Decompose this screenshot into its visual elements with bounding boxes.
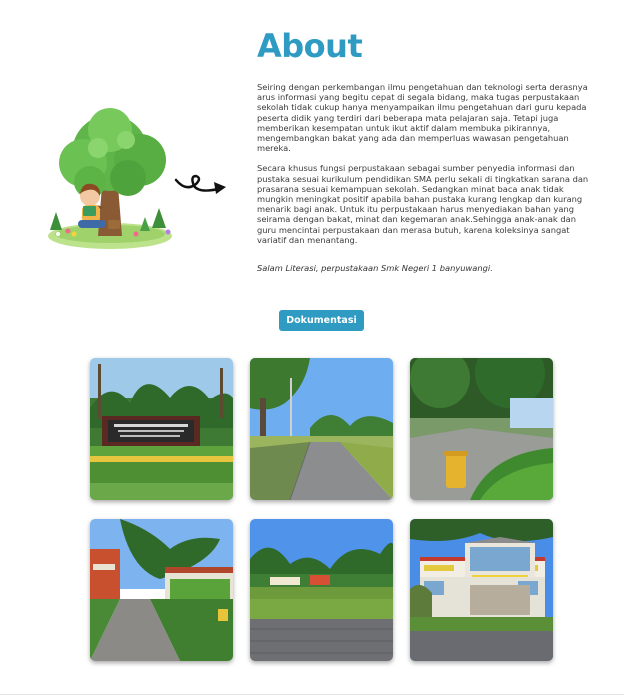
curly-arrow-right-icon <box>174 174 226 194</box>
page-divider <box>0 694 624 695</box>
school-sign-photo[interactable] <box>90 358 233 500</box>
about-section: About Seiring dengan perkembangan ilmu p… <box>257 26 593 273</box>
page-title: About <box>257 27 363 65</box>
school-building-photo[interactable] <box>410 519 553 661</box>
about-signoff: Salam Literasi, perpustakaan Smk Negeri … <box>257 263 493 274</box>
about-paragraph-1: Seiring dengan perkembangan ilmu pengeta… <box>257 82 588 154</box>
field-trees-photo[interactable] <box>250 519 393 661</box>
child-reading-under-tree-illustration <box>48 108 176 249</box>
dokumentasi-button[interactable]: Dokumentasi <box>279 310 364 331</box>
walkway-trees-photo[interactable] <box>250 358 393 500</box>
photo-gallery <box>90 358 553 661</box>
about-paragraph-2: Secara khusus fungsi perpustakaan sebaga… <box>257 163 589 245</box>
garden-bin-photo[interactable] <box>410 358 553 500</box>
building-path-photo[interactable] <box>90 519 233 661</box>
